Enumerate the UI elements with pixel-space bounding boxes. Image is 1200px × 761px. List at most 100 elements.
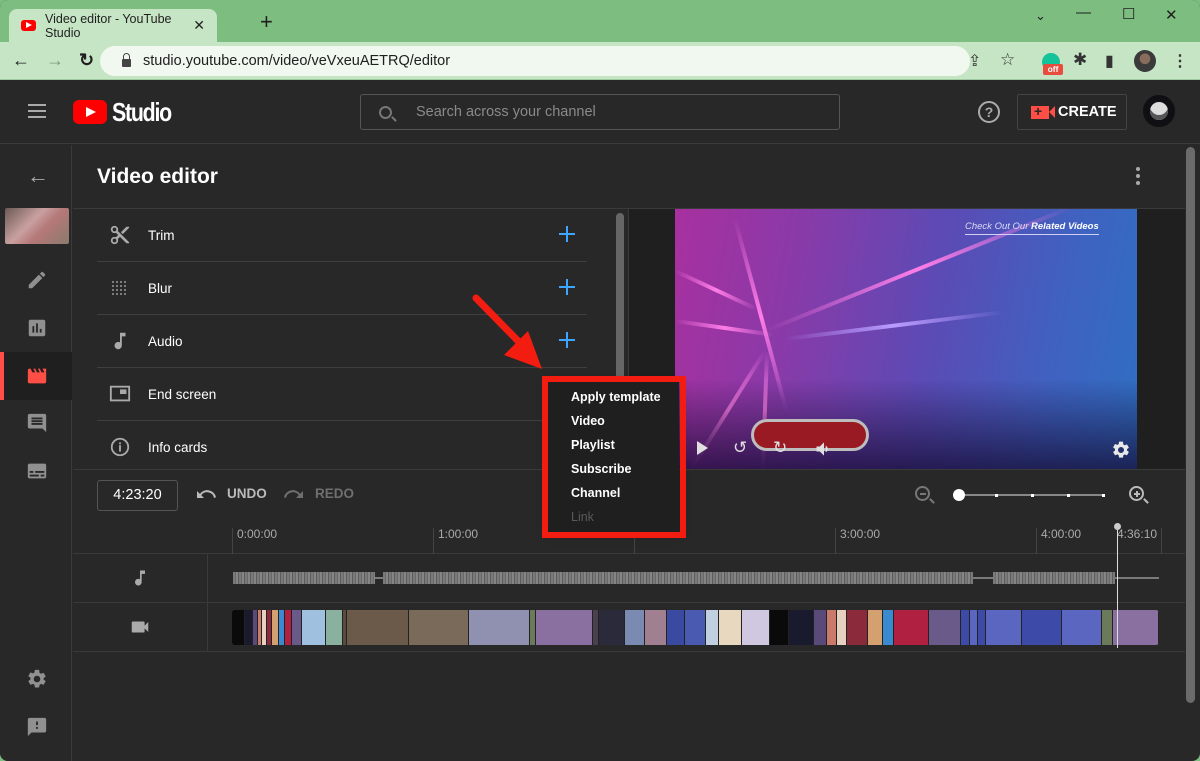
nav-details-pencil-icon[interactable] xyxy=(26,269,48,291)
maximize-button[interactable]: ☐ xyxy=(1122,5,1135,23)
browser-profile-avatar[interactable] xyxy=(1134,50,1156,72)
play-icon[interactable] xyxy=(697,441,708,455)
filmstrip-frame xyxy=(1101,610,1114,645)
zoom-slider-knob[interactable] xyxy=(953,489,965,501)
audio-track[interactable] xyxy=(73,554,1185,603)
add-blur-plus-icon[interactable] xyxy=(559,279,575,295)
filmstrip-frame xyxy=(232,610,246,645)
redo-label: REDO xyxy=(315,486,355,501)
address-bar[interactable]: studio.youtube.com/video/veVxeuAETRQ/edi… xyxy=(100,46,970,76)
redo-button[interactable]: REDO xyxy=(283,486,354,501)
current-time-field[interactable]: 4:23:20 xyxy=(97,480,178,511)
nav-settings-gear-icon[interactable] xyxy=(26,668,48,690)
video-light-ray xyxy=(784,310,1004,341)
chrome-menu-icon[interactable]: ⋮ xyxy=(1172,51,1188,71)
add-trim-plus-icon[interactable] xyxy=(559,226,575,242)
new-tab-button[interactable]: + xyxy=(260,11,273,33)
back-button[interactable]: ← xyxy=(12,50,30,70)
tab-search-icon[interactable]: ⌄ xyxy=(1035,8,1046,24)
filmstrip-frame xyxy=(598,610,626,645)
nav-feedback-icon[interactable] xyxy=(26,716,48,738)
tool-label: Trim xyxy=(148,227,175,243)
account-avatar[interactable] xyxy=(1143,95,1175,127)
create-label: CREATE xyxy=(1058,104,1117,120)
video-thumbnail[interactable] xyxy=(5,208,69,244)
timeline-playhead[interactable] xyxy=(1114,523,1121,648)
nav-subtitles-icon[interactable] xyxy=(26,460,48,482)
ruler-tick: 1:00:00 xyxy=(433,528,478,554)
video-track[interactable] xyxy=(73,603,1185,652)
browser-window: Video editor - YouTube Studio ✕ + ⌄ — ☐ … xyxy=(0,0,1200,761)
share-icon[interactable]: ⇪ xyxy=(968,51,981,71)
studio-brand[interactable]: Studio xyxy=(112,97,172,128)
browser-tab[interactable]: Video editor - YouTube Studio ✕ xyxy=(9,9,217,42)
annotation-arrow-icon xyxy=(472,294,542,369)
video-filmstrip[interactable] xyxy=(232,610,1159,645)
tab-title: Video editor - YouTube Studio xyxy=(45,11,172,40)
tool-end-screen[interactable]: End screen xyxy=(97,368,587,421)
end-screen-subscribe-element[interactable] xyxy=(751,419,869,451)
url-text: studio.youtube.com/video/veVxeuAETRQ/edi… xyxy=(143,53,451,69)
browser-toolbar: ← → ↻ studio.youtube.com/video/veVxeuAET… xyxy=(0,42,1200,80)
tab-close-icon[interactable]: ✕ xyxy=(193,17,205,34)
filmstrip-frame xyxy=(928,610,961,645)
video-light-ray xyxy=(675,269,758,311)
tool-trim[interactable]: Trim xyxy=(97,209,587,262)
filmstrip-frame xyxy=(644,610,668,645)
filmstrip-frame xyxy=(1021,610,1062,645)
zoom-step-dot xyxy=(1102,493,1105,497)
filmstrip-frame xyxy=(970,610,979,645)
filmstrip-frame xyxy=(469,610,531,645)
filmstrip-frame xyxy=(301,610,326,645)
back-arrow-icon[interactable]: ← xyxy=(27,165,49,187)
add-audio-plus-icon[interactable] xyxy=(559,332,575,348)
audio-silence xyxy=(973,577,993,579)
filmstrip-frame xyxy=(846,610,868,645)
filmstrip-frame xyxy=(882,610,895,645)
create-button[interactable]: CREATE xyxy=(1017,94,1127,130)
help-icon[interactable]: ? xyxy=(978,101,1000,123)
zoom-step-dot xyxy=(995,493,998,497)
close-window-button[interactable]: ✕ xyxy=(1165,6,1178,24)
filmstrip-frame xyxy=(770,610,790,645)
filmstrip-frame xyxy=(536,610,594,645)
audio-waveform xyxy=(383,572,973,584)
nav-comments-icon[interactable] xyxy=(26,412,48,434)
caption-bold: Related Videos xyxy=(1031,221,1099,232)
filmstrip-frame xyxy=(684,610,706,645)
audio-silence xyxy=(1115,577,1159,579)
zoom-out-icon[interactable] xyxy=(915,486,930,501)
volume-icon[interactable] xyxy=(814,439,834,459)
video-light-ray xyxy=(675,319,775,337)
video-camera-icon xyxy=(131,621,149,633)
tool-info-cards[interactable]: Info cards xyxy=(97,421,587,469)
video-track-header xyxy=(73,603,208,651)
youtube-logo-icon[interactable] xyxy=(73,100,107,124)
create-video-icon xyxy=(1031,103,1055,119)
channel-search-input[interactable]: Search across your channel xyxy=(360,94,840,130)
forward-button[interactable]: → xyxy=(46,50,64,70)
zoom-in-icon[interactable] xyxy=(1129,486,1144,501)
tool-label: Blur xyxy=(148,280,173,296)
page-scrollbar[interactable] xyxy=(1186,147,1195,703)
audio-waveform xyxy=(993,572,1115,584)
rewind-10-icon[interactable]: ↺ xyxy=(733,438,747,458)
forward-10-icon[interactable]: ↻ xyxy=(773,438,787,458)
nav-active-indicator xyxy=(0,352,4,400)
video-preview[interactable]: Check Out Our Related Videos ↺ ↻ xyxy=(675,209,1137,469)
more-options-icon[interactable] xyxy=(1136,167,1140,185)
minimize-button[interactable]: — xyxy=(1076,4,1091,21)
filmstrip-frame xyxy=(894,610,929,645)
ruler-tick: 0:00:00 xyxy=(232,528,277,554)
nav-editor-clapperboard-icon[interactable] xyxy=(26,365,48,387)
extensions-puzzle-icon[interactable]: ✱ xyxy=(1073,50,1087,70)
undo-button[interactable]: UNDO xyxy=(195,486,267,501)
player-settings-gear-icon[interactable] xyxy=(1111,440,1131,460)
bookmark-star-icon[interactable]: ☆ xyxy=(1000,50,1015,70)
side-panel-icon[interactable]: ▮ xyxy=(1105,51,1114,71)
timeline-zoom-slider[interactable] xyxy=(953,489,1105,501)
filmstrip-frame xyxy=(346,610,409,645)
hamburger-menu-icon[interactable] xyxy=(28,104,46,118)
nav-analytics-icon[interactable] xyxy=(26,317,48,339)
reload-button[interactable]: ↻ xyxy=(79,50,94,70)
